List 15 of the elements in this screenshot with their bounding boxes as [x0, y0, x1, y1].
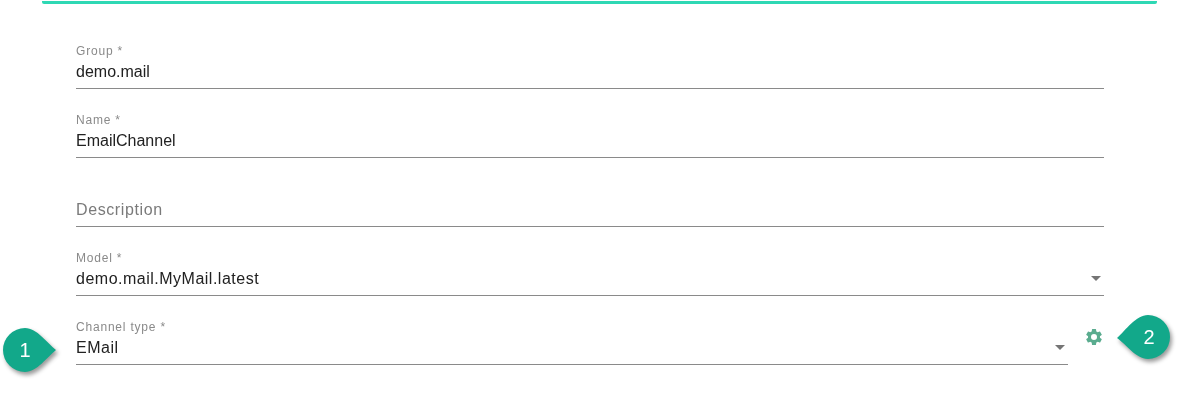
dropdown-caret-icon [1091, 276, 1101, 281]
input-field[interactable]: EmailChannel [76, 129, 1104, 158]
dropdown-caret-icon [1055, 345, 1065, 350]
callout-badge: 2 [1115, 314, 1171, 360]
settings-button[interactable] [1084, 327, 1104, 347]
select-field[interactable]: demo.mail.MyMail.latest [76, 267, 1104, 296]
field-label: Group * [76, 43, 124, 59]
settings-icon [1084, 327, 1104, 347]
select-field[interactable]: EMail [76, 336, 1068, 365]
input-field[interactable]: Description [76, 198, 1104, 227]
callout-badge: 1 [2, 327, 58, 373]
field-label: Name * [76, 112, 122, 128]
field-label: Model * [76, 250, 124, 266]
field-label: Channel type * [76, 319, 167, 335]
input-field[interactable]: demo.mail [76, 60, 1104, 89]
